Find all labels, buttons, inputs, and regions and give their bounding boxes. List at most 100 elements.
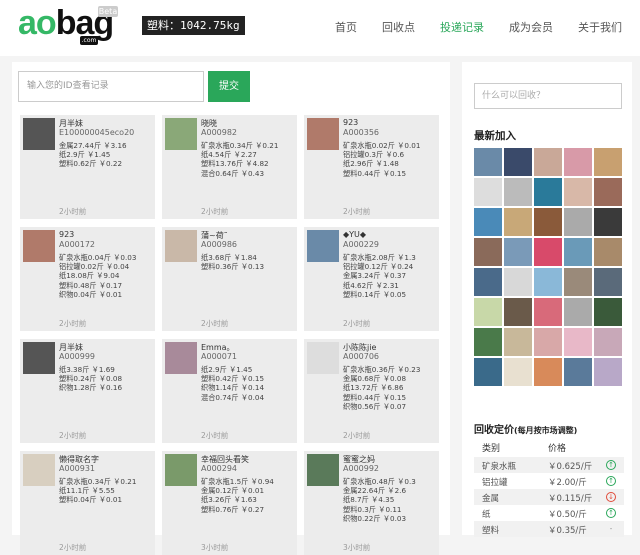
record-card[interactable]: 923 A000356 矿泉水瓶0.02斤 ￥0.01 铝拉罐0.3斤 ￥0.6 纸2.… <box>304 115 439 219</box>
record-card[interactable]: 月半妹 A000999 纸3.38斤 ￥1.69 塑料0.24斤 ￥0.08 织物1.2… <box>20 339 155 443</box>
record-item-line: 矿泉水瓶0.34斤 ￥0.21 <box>59 477 137 486</box>
member-avatar[interactable] <box>474 148 502 176</box>
member-avatar[interactable] <box>564 178 592 206</box>
com-badge: .com <box>80 36 98 45</box>
member-avatar[interactable] <box>594 268 622 296</box>
member-avatar[interactable] <box>534 328 562 356</box>
member-avatar[interactable] <box>564 298 592 326</box>
record-item-line: 矿泉水瓶2.08斤 ￥1.3 <box>343 253 416 262</box>
record-item-line: 矿泉水瓶1.5斤 ￥0.94 <box>201 477 274 486</box>
record-card[interactable]: Emma。 A000071 纸2.9斤 ￥1.45 塑料0.42斤 ￥0.15 织物1.… <box>162 339 297 443</box>
avatar <box>307 454 339 486</box>
submit-button[interactable]: 提交 <box>208 71 250 102</box>
nav-home[interactable]: 首页 <box>335 19 357 35</box>
member-avatar[interactable] <box>564 328 592 356</box>
nav-recycle-points[interactable]: 回收点 <box>382 19 415 35</box>
record-card[interactable]: ◆YU◆ A000229 矿泉水瓶2.08斤 ￥1.3 铝拉罐0.12斤 ￥0.24 金… <box>304 227 439 331</box>
member-avatar[interactable] <box>534 178 562 206</box>
record-card[interactable]: 懒得取名字 A000931 矿泉水瓶0.34斤 ￥0.21 纸11.1斤 ￥5.55 塑… <box>20 451 155 555</box>
record-time: 2小时前 <box>59 207 87 216</box>
member-avatar[interactable] <box>534 238 562 266</box>
avatar <box>23 118 55 150</box>
member-avatar[interactable] <box>504 328 532 356</box>
record-item-line: 铝拉罐0.12斤 ￥0.24 <box>343 262 414 272</box>
records-panel: 输入您的ID查看记录 提交 月半妹 E100000045eco20 金属27.44斤… <box>12 62 450 555</box>
record-item-line: 纸18.08斤 ￥9.04 <box>59 271 120 281</box>
member-avatar[interactable] <box>504 148 532 176</box>
member-avatar[interactable] <box>534 208 562 236</box>
record-id-input[interactable]: 输入您的ID查看记录 <box>18 71 204 102</box>
member-avatar[interactable] <box>504 268 532 296</box>
record-item-line: 塑料0.44斤 ￥0.15 <box>343 392 407 402</box>
aobag-logo[interactable]: aobag Beta .com <box>18 6 118 46</box>
record-user-id: A000172 <box>59 240 96 249</box>
record-time: 2小时前 <box>59 543 87 552</box>
member-avatar[interactable] <box>504 178 532 206</box>
member-avatar[interactable] <box>474 268 502 296</box>
record-time: 3小时前 <box>201 543 229 552</box>
member-avatar[interactable] <box>474 238 502 266</box>
member-avatar[interactable] <box>594 148 622 176</box>
member-avatar[interactable] <box>474 208 502 236</box>
member-avatar[interactable] <box>534 358 562 386</box>
record-item-line: 矿泉水瓶0.02斤 ￥0.01 <box>343 141 421 150</box>
record-user-id: A000986 <box>201 240 238 249</box>
record-item-line: 纸13.72斤 ￥6.86 <box>343 383 404 393</box>
member-avatar[interactable] <box>594 238 622 266</box>
record-user-id: A000071 <box>201 352 238 361</box>
record-items: 矿泉水瓶0.02斤 ￥0.01 铝拉罐0.3斤 ￥0.6 纸2.96斤 ￥1.48 塑… <box>343 141 420 178</box>
record-item-line: 矿泉水瓶0.36斤 ￥0.23 <box>343 365 421 374</box>
nav-about-us[interactable]: 关于我们 <box>578 19 622 35</box>
member-avatar[interactable] <box>504 208 532 236</box>
price-value: ￥0.35/斤 <box>548 526 587 536</box>
member-avatar[interactable] <box>474 358 502 386</box>
member-avatar[interactable] <box>474 178 502 206</box>
record-user-id: A000931 <box>59 464 96 473</box>
record-card[interactable]: 月半妹 E100000045eco20 金属27.44斤 ￥3.16 纸2.9斤 ￥1… <box>20 115 155 219</box>
price-value: ￥0.115/斤 <box>548 494 593 504</box>
member-avatar[interactable] <box>534 148 562 176</box>
member-avatar[interactable] <box>504 298 532 326</box>
avatar <box>307 342 339 374</box>
member-avatar[interactable] <box>594 298 622 326</box>
member-avatar[interactable] <box>594 208 622 236</box>
record-card[interactable]: 小陈陈jie A000706 矿泉水瓶0.36斤 ￥0.23 金属0.68斤 ￥0.0… <box>304 339 439 443</box>
record-card[interactable]: 923 A000172 矿泉水瓶0.04斤 ￥0.03 铝拉罐0.02斤 ￥0.04 纸… <box>20 227 155 331</box>
record-item-line: 织物1.14斤 ￥0.14 <box>201 383 265 393</box>
record-time: 2小时前 <box>201 431 229 440</box>
new-members-title: 最新加入 <box>474 130 516 142</box>
avatar <box>165 118 197 150</box>
record-card[interactable]: 幸福回头看笑 A000294 矿泉水瓶1.5斤 ￥0.94 金属0.12斤 ￥0.01… <box>162 451 297 555</box>
member-avatar[interactable] <box>534 268 562 296</box>
member-avatar[interactable] <box>564 148 592 176</box>
member-avatar[interactable] <box>474 298 502 326</box>
record-item-line: 纸4.54斤 ￥2.27 <box>201 150 257 160</box>
nav-become-member[interactable]: 成为会员 <box>509 19 553 35</box>
record-item-line: 矿泉水瓶0.04斤 ￥0.03 <box>59 253 137 262</box>
member-avatar[interactable] <box>534 298 562 326</box>
recyclable-search-input[interactable]: 什么可以回收？ <box>474 83 622 109</box>
member-avatar[interactable] <box>594 178 622 206</box>
member-avatar[interactable] <box>564 358 592 386</box>
trend-up-icon: ↑ <box>606 476 616 486</box>
record-card[interactable]: 蒲~荷˜ A000986 纸3.68斤 ￥1.84 塑料0.36斤 ￥0.13 2小时前 <box>162 227 297 331</box>
record-card[interactable]: 晓晓 A000982 矿泉水瓶0.34斤 ￥0.21 纸4.54斤 ￥2.27 塑料13… <box>162 115 297 219</box>
record-card[interactable]: 蜜蜜之妈 A000992 矿泉水瓶0.48斤 ￥0.3 金属22.64斤 ￥2.6 纸8… <box>304 451 439 555</box>
member-avatar[interactable] <box>564 268 592 296</box>
price-row: 矿泉水瓶 ￥0.625/斤 ↑ <box>474 457 624 473</box>
member-avatar[interactable] <box>504 358 532 386</box>
member-avatar[interactable] <box>564 238 592 266</box>
member-avatar[interactable] <box>564 208 592 236</box>
price-category: 铝拉罐 <box>482 478 508 488</box>
member-avatar[interactable] <box>594 358 622 386</box>
avatar <box>23 342 55 374</box>
member-avatar[interactable] <box>594 328 622 356</box>
member-avatar[interactable] <box>474 328 502 356</box>
record-item-line: 矿泉水瓶0.34斤 ￥0.21 <box>201 141 279 150</box>
record-item-line: 混合0.74斤 ￥0.04 <box>201 392 265 402</box>
nav-delivery-records[interactable]: 投递记录 <box>440 19 484 35</box>
avatar <box>23 454 55 486</box>
member-avatar[interactable] <box>504 238 532 266</box>
price-category: 纸 <box>482 510 491 520</box>
record-time: 3小时前 <box>343 543 371 552</box>
